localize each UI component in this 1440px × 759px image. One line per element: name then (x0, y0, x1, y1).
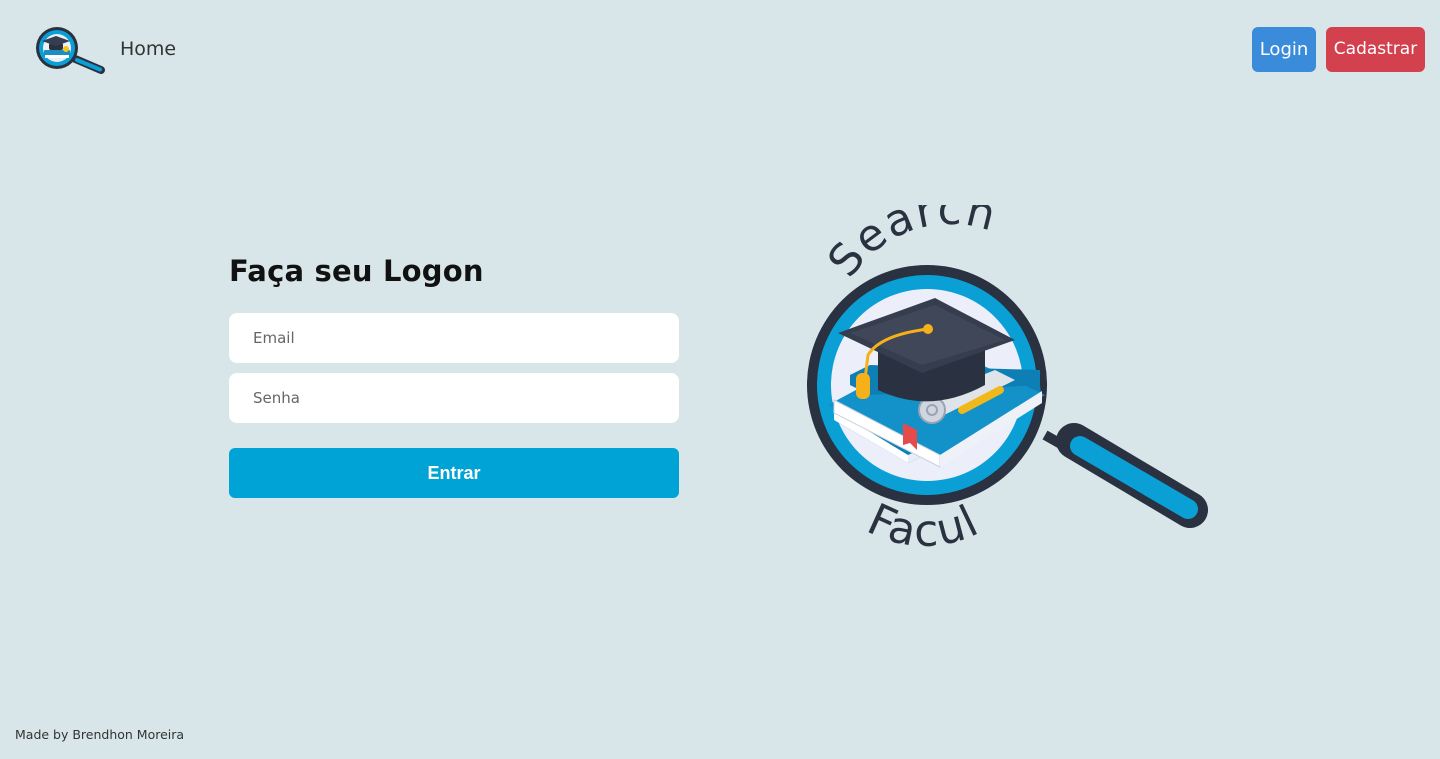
login-form: Faça seu Logon Entrar (229, 250, 679, 498)
email-field[interactable] (229, 313, 679, 363)
password-field[interactable] (229, 373, 679, 423)
signup-button[interactable]: Cadastrar (1326, 27, 1425, 72)
nav-home-link[interactable]: Home (120, 37, 176, 61)
login-button[interactable]: Login (1252, 27, 1316, 72)
search-facul-illustration: Search Facul (807, 205, 1208, 557)
submit-button[interactable]: Entrar (229, 448, 679, 498)
footer-credit: Made by Brendhon Moreira (15, 727, 185, 742)
search-facul-logo-icon[interactable] (33, 24, 107, 76)
magnifier-handle-icon (1042, 423, 1208, 528)
form-title: Faça seu Logon (229, 254, 484, 288)
navbar: Home Login Cadastrar (0, 0, 1440, 100)
